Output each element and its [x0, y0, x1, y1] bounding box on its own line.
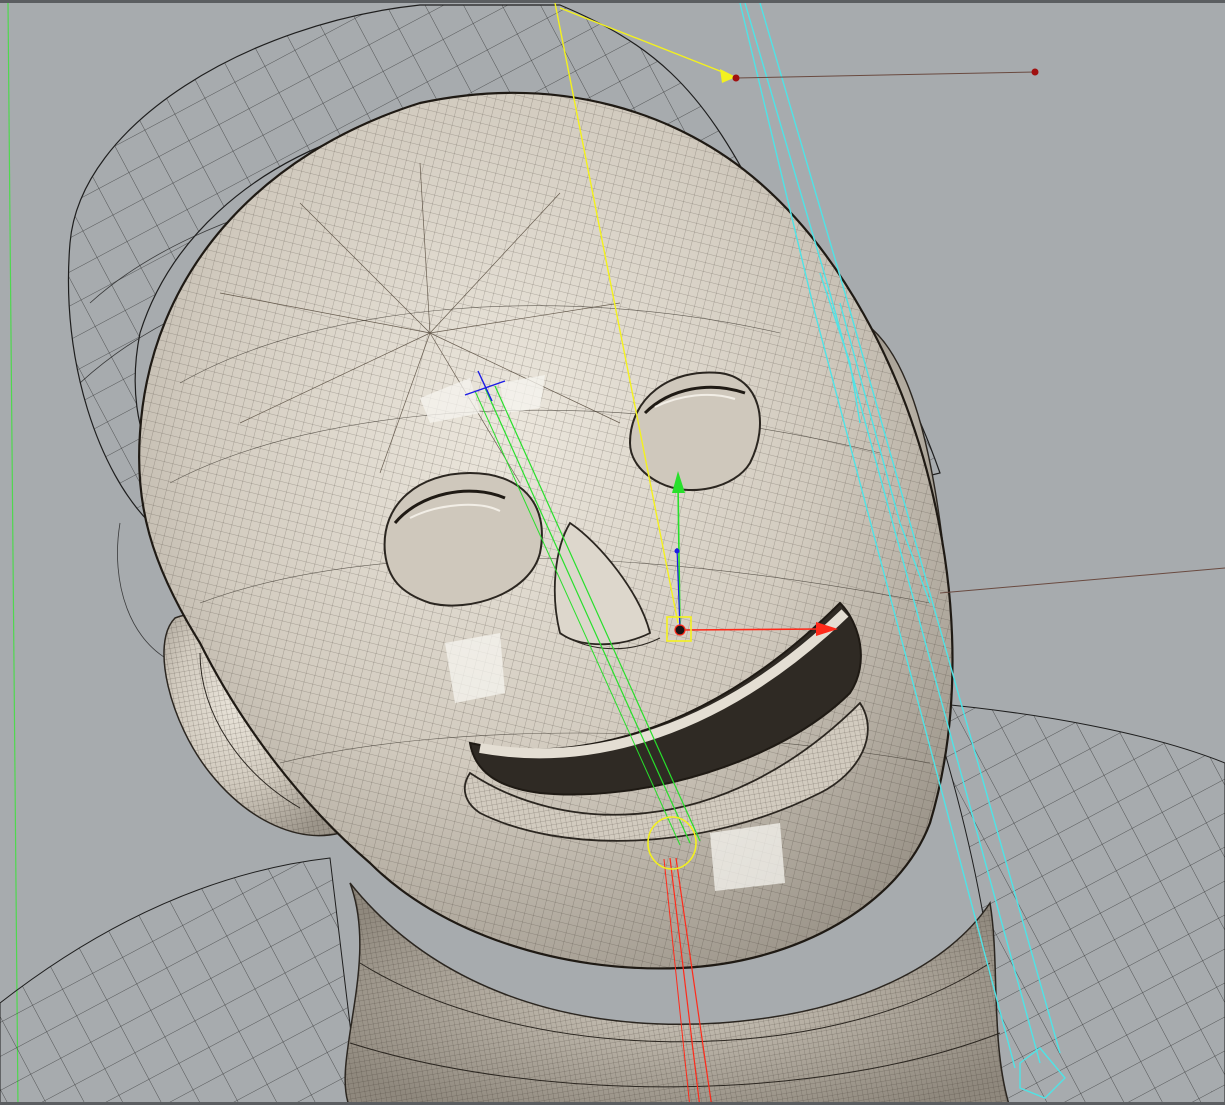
world-y-axis-line — [7, 3, 19, 1102]
gizmo-z-handle-icon[interactable] — [674, 548, 680, 554]
head-mesh[interactable] — [137, 91, 954, 970]
gizmo-pivot-icon[interactable] — [674, 624, 686, 636]
light-target-icon[interactable] — [1031, 68, 1039, 76]
scene-svg[interactable] — [0, 3, 1225, 1105]
gizmo-x-axis[interactable] — [679, 628, 821, 631]
light-point-icon[interactable] — [732, 74, 740, 82]
3d-viewport[interactable] — [0, 0, 1225, 1105]
